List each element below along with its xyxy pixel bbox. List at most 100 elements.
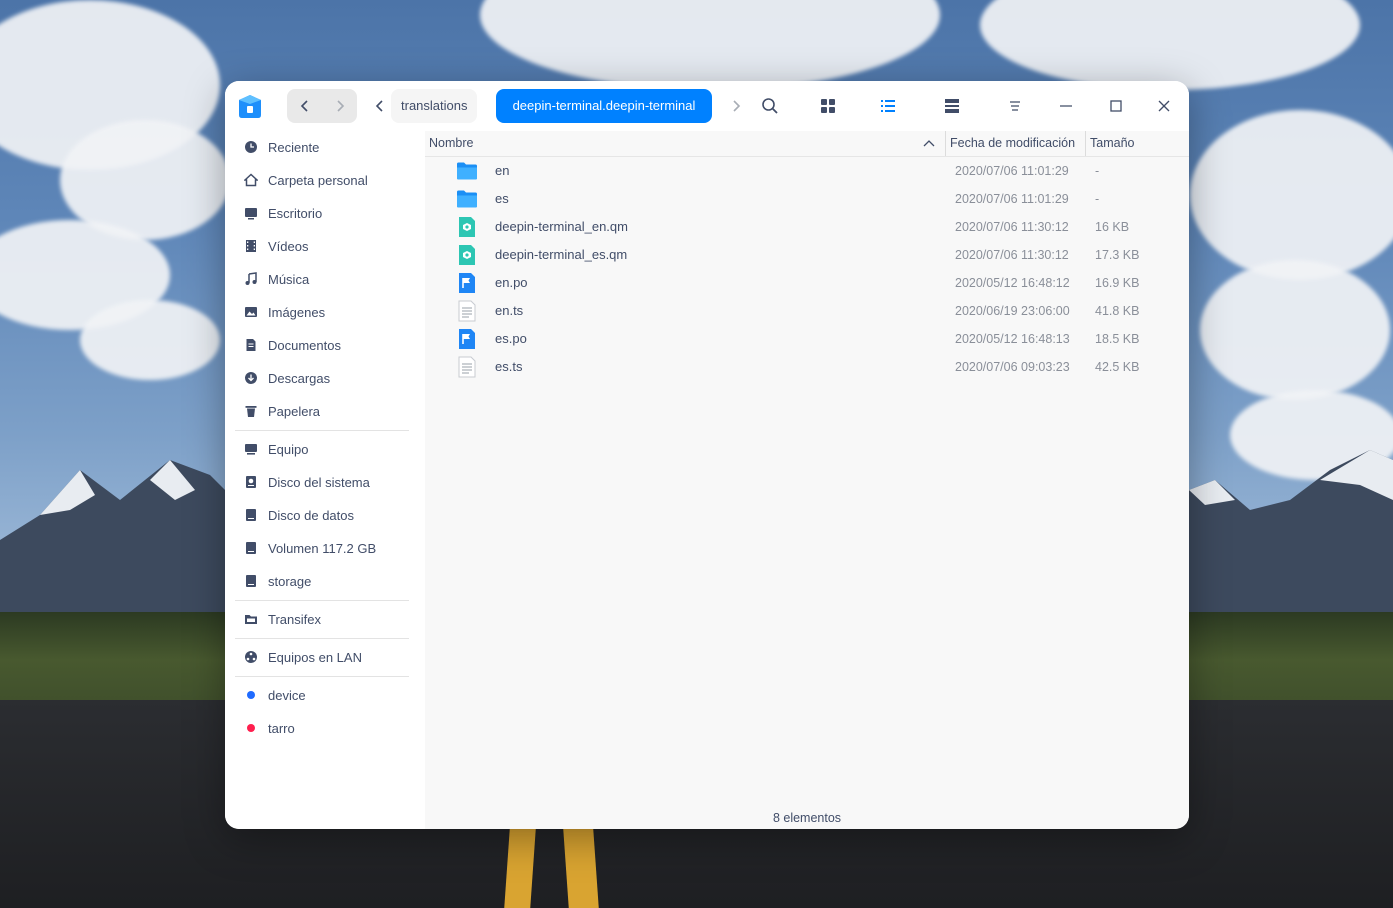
file-manager-window: translations deepin-terminal.deepin-term… (225, 81, 1189, 829)
main-menu-button[interactable] (1000, 91, 1030, 121)
chevron-left-icon (300, 100, 308, 112)
download-icon (245, 372, 257, 384)
file-name: es.ts (495, 359, 523, 374)
sidebar-item-downloads[interactable]: Descargas (235, 363, 415, 393)
sidebar: Reciente Carpeta personal Escritorio Víd… (225, 131, 425, 829)
file-name: es.po (495, 331, 527, 346)
sidebar-item-home[interactable]: Carpeta personal (235, 165, 415, 195)
grid-view-icon (821, 99, 835, 113)
sidebar-item-label: Documentos (268, 337, 341, 353)
table-row[interactable]: deepin-terminal_es.qm 2020/07/06 11:30:12… (425, 241, 1189, 269)
minimize-button[interactable] (1051, 91, 1081, 121)
music-icon (245, 272, 257, 285)
file-size: 17.3 KB (1095, 248, 1140, 262)
sidebar-item-desktop[interactable]: Escritorio (235, 198, 415, 228)
sidebar-item-storage[interactable]: storage (235, 566, 415, 596)
sidebar-item-label: Volumen 117.2 GB (268, 540, 377, 556)
column-header: Nombre Fecha de modificación Tamaño (425, 131, 1189, 157)
file-modified-date: 2020/05/12 16:48:13 (955, 332, 1070, 346)
sidebar-item-label: tarro (268, 720, 295, 736)
sidebar-item-system-disk[interactable]: Disco del sistema (235, 467, 415, 497)
sidebar-divider (235, 600, 409, 601)
sidebar-item-label: Disco del sistema (268, 474, 370, 490)
back-button[interactable] (287, 89, 322, 123)
sidebar-item-network[interactable]: Equipos en LAN (235, 642, 415, 672)
file-name: en.po (495, 275, 528, 290)
file-modified-date: 2020/07/06 11:30:12 (955, 220, 1069, 234)
sidebar-item-label: Vídeos (268, 238, 309, 254)
search-button[interactable] (755, 91, 785, 121)
maximize-icon (1110, 100, 1122, 112)
file-size: 16 KB (1095, 220, 1130, 234)
sidebar-item-transifex[interactable]: Transifex (235, 604, 415, 634)
file-manager-logo-icon (239, 95, 261, 118)
breadcrumb-item-translations[interactable]: translations (391, 89, 478, 123)
file-modified-date: 2020/07/06 11:01:29 (955, 164, 1069, 178)
file-name: es (495, 191, 509, 206)
image-icon (245, 307, 257, 317)
computer-icon (245, 444, 257, 455)
list-view-icon (881, 100, 895, 112)
table-row[interactable]: es.po 2020/05/12 16:48:13 18.5 KB (425, 325, 1189, 353)
sidebar-tag-tarro[interactable]: tarro (235, 713, 415, 743)
sidebar-item-volume[interactable]: Volumen 117.2 GB (235, 533, 415, 563)
maximize-button[interactable] (1101, 91, 1131, 121)
column-header-name[interactable]: Nombre (429, 131, 473, 156)
sidebar-item-recent[interactable]: Reciente (235, 132, 415, 162)
detail-view-button[interactable] (937, 91, 967, 121)
sidebar-item-label: storage (268, 573, 312, 589)
sidebar-tag-device[interactable]: device (235, 680, 415, 710)
file-modified-date: 2020/07/06 11:30:12 (955, 248, 1069, 262)
file-size: 41.8 KB (1095, 304, 1140, 318)
sidebar-item-pictures[interactable]: Imágenes (235, 297, 415, 327)
table-row[interactable]: es.ts 2020/07/06 09:03:23 42.5 KB (425, 353, 1189, 381)
table-row[interactable]: deepin-terminal_en.qm 2020/07/06 11:30:12… (425, 213, 1189, 241)
column-header-size[interactable]: Tamaño (1085, 131, 1134, 156)
navigation-buttons (287, 89, 357, 123)
sidebar-item-label: Música (268, 271, 310, 287)
file-name: en (495, 163, 510, 178)
sidebar-item-label: Papelera (268, 403, 321, 419)
wallpaper-cloud (1200, 260, 1390, 400)
table-row[interactable]: en.ts 2020/06/19 23:06:00 41.8 KB (425, 297, 1189, 325)
file-name: deepin-terminal_en.qm (495, 219, 628, 234)
sidebar-item-computer[interactable]: Equipo (235, 434, 415, 464)
sidebar-item-label: Disco de datos (268, 507, 354, 523)
file-modified-date: 2020/05/12 16:48:12 (955, 276, 1070, 290)
sidebar-item-music[interactable]: Música (235, 264, 415, 294)
table-row[interactable]: en 2020/07/06 11:01:29 - (425, 157, 1189, 185)
menu-icon (1010, 101, 1020, 111)
list-view-button[interactable] (873, 91, 903, 121)
text-file-icon (456, 300, 478, 322)
sidebar-item-trash[interactable]: Papelera (235, 396, 415, 426)
table-row[interactable]: es 2020/07/06 11:01:29 - (425, 185, 1189, 213)
file-size: 18.5 KB (1095, 332, 1140, 346)
minimize-icon (1060, 105, 1072, 107)
sidebar-item-documents[interactable]: Documentos (235, 330, 415, 360)
film-icon (246, 240, 256, 252)
close-button[interactable] (1149, 91, 1179, 121)
breadcrumb-item-current[interactable]: deepin-terminal.deepin-terminal (496, 89, 712, 123)
trash-icon (245, 406, 257, 417)
table-row[interactable]: en.po 2020/05/12 16:48:12 16.9 KB (425, 269, 1189, 297)
qm-file-icon (456, 244, 478, 266)
sidebar-item-videos[interactable]: Vídeos (235, 231, 415, 261)
file-modified-date: 2020/06/19 23:06:00 (955, 304, 1070, 318)
sidebar-item-label: Equipos en LAN (268, 649, 362, 665)
file-size: 16.9 KB (1095, 276, 1140, 290)
folder-icon (245, 615, 257, 624)
icon-view-button[interactable] (813, 91, 843, 121)
tag-color-dot (247, 724, 255, 732)
forward-button[interactable] (322, 89, 357, 123)
chevron-right-icon (336, 100, 344, 112)
sidebar-divider (235, 676, 409, 677)
sidebar-item-label: Descargas (268, 370, 331, 386)
breadcrumb-scroll-left-button[interactable] (369, 93, 391, 119)
titlebar: translations deepin-terminal.deepin-term… (225, 81, 1189, 131)
sort-ascending-icon[interactable] (922, 137, 936, 151)
sidebar-item-data-disk[interactable]: Disco de datos (235, 500, 415, 530)
clock-icon (245, 141, 257, 153)
breadcrumb-scroll-right-button[interactable] (725, 93, 747, 119)
column-header-date[interactable]: Fecha de modificación (945, 131, 1075, 156)
search-icon (762, 98, 778, 114)
